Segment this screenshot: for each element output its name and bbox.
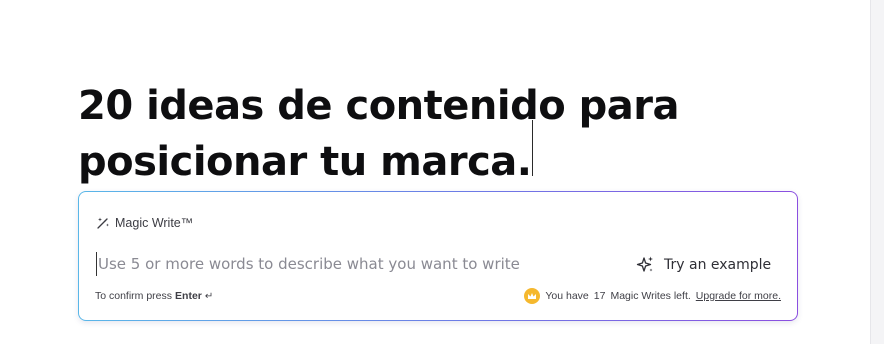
confirm-hint: To confirm press Enter ↵ — [95, 290, 213, 302]
sparkle-icon — [635, 255, 655, 275]
magic-write-panel-body: Magic Write™ Try an example To confirm p… — [79, 192, 797, 320]
magic-write-header: Magic Write™ — [96, 216, 193, 230]
credits-prefix: You have — [545, 290, 589, 302]
magic-write-prompt-input[interactable] — [96, 252, 616, 276]
magic-write-title: Magic Write™ — [115, 216, 194, 230]
scrollbar-track[interactable] — [870, 0, 884, 344]
document-heading[interactable]: 20 ideas de contenido para posicionar tu… — [78, 78, 758, 190]
credits-info: You have 17 Magic Writes left. Upgrade f… — [524, 288, 781, 304]
heading-line-2-text: posicionar tu marca. — [78, 139, 532, 185]
magic-write-panel: Magic Write™ Try an example To confirm p… — [78, 191, 798, 321]
magic-wand-icon — [96, 216, 110, 230]
credits-suffix: Magic Writes left. — [610, 290, 691, 302]
heading-line-1: 20 ideas de contenido para — [78, 83, 679, 129]
text-cursor — [532, 120, 534, 176]
confirm-hint-key: Enter — [175, 290, 202, 302]
heading-line-2: posicionar tu marca. — [78, 120, 758, 190]
try-example-label: Try an example — [664, 257, 772, 273]
confirm-hint-prefix: To confirm press — [95, 290, 173, 302]
upgrade-link[interactable]: Upgrade for more. — [696, 290, 781, 302]
enter-key-icon: ↵ — [204, 290, 214, 302]
try-example-button[interactable]: Try an example — [635, 252, 771, 278]
editor-canvas: 20 ideas de contenido para posicionar tu… — [0, 0, 884, 344]
crown-icon — [524, 288, 541, 304]
credits-count: 17 — [593, 290, 606, 302]
